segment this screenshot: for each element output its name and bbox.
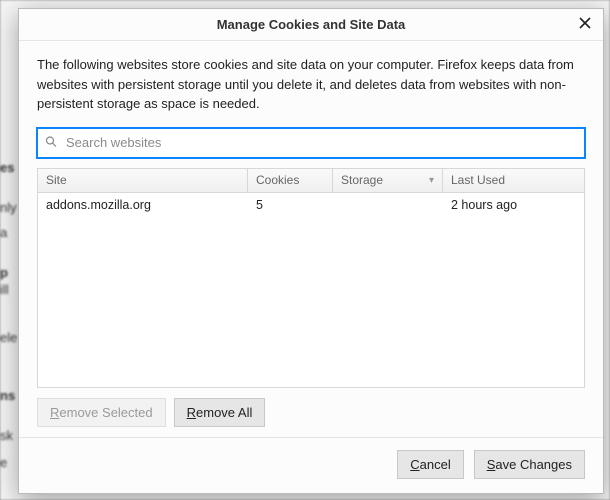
site-data-table: Site Cookies Storage ▾ Last Used addons.m… (37, 168, 585, 389)
cell-lastused: 2 hours ago (443, 198, 584, 212)
save-changes-button[interactable]: Save Changes (474, 450, 585, 479)
bg-text: a (0, 225, 7, 240)
table-row[interactable]: addons.mozilla.org 5 2 hours ago (38, 193, 584, 217)
column-label: Cookies (256, 173, 299, 187)
cancel-button[interactable]: Cancel (397, 450, 463, 479)
bg-text: ns (0, 388, 15, 403)
table-body: addons.mozilla.org 5 2 hours ago (38, 193, 584, 388)
column-cookies[interactable]: Cookies (248, 169, 333, 192)
bg-text: ele (0, 330, 17, 345)
column-label: Storage (341, 173, 383, 187)
dialog-titlebar: Manage Cookies and Site Data (19, 9, 603, 41)
dialog-footer: Cancel Save Changes (19, 437, 603, 493)
remove-all-button[interactable]: Remove All (174, 398, 266, 427)
dialog-description: The following websites store cookies and… (37, 55, 585, 114)
table-actions: Remove Selected Remove All (37, 398, 585, 427)
dialog-title: Manage Cookies and Site Data (217, 17, 406, 32)
bg-text: es (0, 160, 14, 175)
dialog-content: The following websites store cookies and… (19, 41, 603, 437)
sort-indicator-icon: ▾ (425, 175, 434, 186)
bg-text: e (0, 455, 7, 470)
cell-site: addons.mozilla.org (38, 198, 248, 212)
close-icon (579, 16, 591, 34)
search-input[interactable] (37, 128, 585, 158)
bg-text: p (0, 265, 8, 280)
bg-text: ill (0, 282, 9, 297)
manage-cookies-dialog: Manage Cookies and Site Data The followi… (18, 8, 604, 494)
column-lastused[interactable]: Last Used (443, 169, 584, 192)
table-header: Site Cookies Storage ▾ Last Used (38, 169, 584, 193)
bg-text: nly (0, 200, 17, 215)
column-site[interactable]: Site (38, 169, 248, 192)
remove-selected-button[interactable]: Remove Selected (37, 398, 166, 427)
column-label: Site (46, 173, 67, 187)
column-storage[interactable]: Storage ▾ (333, 169, 443, 192)
cell-cookies: 5 (248, 198, 333, 212)
column-label: Last Used (451, 173, 505, 187)
bg-text: sk (0, 428, 13, 443)
search-container (37, 128, 585, 158)
close-button[interactable] (573, 13, 597, 37)
